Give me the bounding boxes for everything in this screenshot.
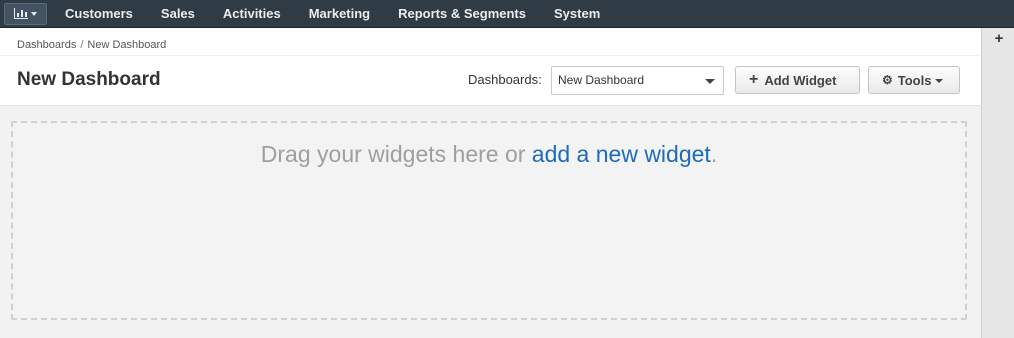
page-title: New Dashboard <box>17 69 161 90</box>
top-navbar: Customers Sales Activities Marketing Rep… <box>0 0 1014 28</box>
add-new-widget-link[interactable]: add a new widget <box>532 141 711 167</box>
dropzone-message: Drag your widgets here or add a new widg… <box>13 141 965 168</box>
header-divider <box>0 55 981 56</box>
nav-item-reports-segments[interactable]: Reports & Segments <box>398 6 526 21</box>
dashboard-select[interactable]: New Dashboard <box>551 66 724 95</box>
breadcrumb-dashboards-link[interactable]: Dashboards <box>17 39 76 51</box>
plus-icon: + <box>749 71 759 88</box>
nav-item-activities[interactable]: Activities <box>223 6 281 21</box>
nav-item-customers[interactable]: Customers <box>65 6 133 21</box>
chevron-down-icon <box>935 78 944 83</box>
chevron-down-icon <box>31 11 37 16</box>
gear-icon: ⚙ <box>882 73 893 87</box>
add-sidebar-widget-button[interactable]: + <box>991 31 1007 47</box>
nav-item-sales[interactable]: Sales <box>161 6 195 21</box>
breadcrumb-current: New Dashboard <box>87 39 167 51</box>
tools-button[interactable]: ⚙ Tools <box>868 66 960 94</box>
dropzone-text: Drag your widgets here or <box>260 141 532 167</box>
add-widget-label: Add Widget <box>764 72 837 88</box>
nav-item-system[interactable]: System <box>554 6 600 21</box>
nav-item-marketing[interactable]: Marketing <box>309 6 370 21</box>
breadcrumb: Dashboards / New Dashboard <box>17 39 166 51</box>
dropzone-text-suffix: . <box>710 141 718 167</box>
tools-label: Tools <box>897 72 932 88</box>
right-sidebar: + <box>981 28 1014 338</box>
add-widget-button[interactable]: + Add Widget <box>735 66 860 94</box>
bar-chart-icon <box>14 8 28 19</box>
page-header: Dashboards / New Dashboard New Dashboard D… <box>0 28 981 106</box>
dashboards-label: Dashboards: <box>468 72 542 87</box>
breadcrumb-separator: / <box>80 39 84 51</box>
chevron-down-icon <box>705 79 715 84</box>
app-menu-button[interactable] <box>4 2 47 25</box>
widget-dropzone[interactable]: Drag your widgets here or add a new widg… <box>11 121 967 320</box>
dashboard-select-value: New Dashboard <box>558 73 645 87</box>
